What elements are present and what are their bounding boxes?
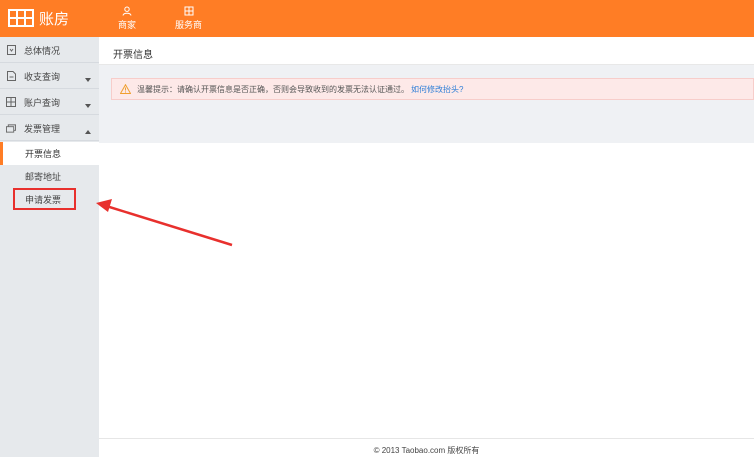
topnav-service-provider[interactable]: 服务商 xyxy=(175,4,202,31)
invoice-icon xyxy=(6,123,16,133)
sidebar-sub-item-mailing-address[interactable]: 邮寄地址 xyxy=(0,165,99,188)
app-logo[interactable]: 账房 xyxy=(8,6,69,30)
overview-icon xyxy=(6,45,16,55)
sidebar-item-label: 总体情况 xyxy=(24,45,61,56)
sidebar-sub-item-label: 邮寄地址 xyxy=(25,172,62,182)
logo-text: 账房 xyxy=(39,10,70,28)
sidebar-item-overview[interactable]: 总体情况 xyxy=(0,38,99,63)
main-content: 开票信息 温馨提示：请确认开票信息是否正确，否则会导致收到的发票无法认证通过。 … xyxy=(99,37,754,457)
topnav-merchant-label: 商家 xyxy=(118,20,137,30)
caret-down-icon xyxy=(85,100,91,110)
sidebar-sub-item-invoice-info[interactable]: 开票信息 xyxy=(0,142,99,165)
sidebar-item-label: 账户查询 xyxy=(24,97,61,108)
footer-copyright: © 2013 Taobao.com 版权所有 xyxy=(373,446,480,455)
sidebar: 总体情况 收支查询 账户查询 发票管理 开票信息 邮寄地址 申请发票 xyxy=(0,37,99,457)
sidebar-sub-item-label: 开票信息 xyxy=(25,149,62,159)
page-title: 开票信息 xyxy=(113,50,153,61)
sidebar-item-account[interactable]: 账户查询 xyxy=(0,90,99,115)
sidebar-item-income-expense[interactable]: 收支查询 xyxy=(0,64,99,89)
highlight-annotation-box xyxy=(13,188,76,210)
how-to-edit-title-link[interactable]: 如何修改抬头? xyxy=(411,84,463,95)
notice-panel: 温馨提示：请确认开票信息是否正确，否则会导致收到的发票无法认证通过。 如何修改抬… xyxy=(99,65,754,143)
warning-icon xyxy=(120,84,131,94)
account-grid-icon xyxy=(6,97,16,107)
top-bar: 账房 商家 服务商 xyxy=(0,0,754,37)
ledger-logo-icon xyxy=(8,9,34,27)
sidebar-item-label: 收支查询 xyxy=(24,71,61,82)
warning-notice: 温馨提示：请确认开票信息是否正确，否则会导致收到的发票无法认证通过。 如何修改抬… xyxy=(111,78,754,100)
service-icon xyxy=(184,4,194,17)
document-icon xyxy=(6,71,16,81)
sidebar-item-label: 发票管理 xyxy=(24,123,61,134)
footer-divider xyxy=(99,438,754,439)
topnav-merchant[interactable]: 商家 xyxy=(118,4,136,31)
page-header: 开票信息 xyxy=(99,37,754,65)
caret-down-icon xyxy=(85,74,91,84)
topnav-service-provider-label: 服务商 xyxy=(175,20,203,30)
sidebar-item-invoice[interactable]: 发票管理 xyxy=(0,116,99,141)
caret-up-icon xyxy=(85,126,91,136)
notice-text: 温馨提示：请确认开票信息是否正确，否则会导致收到的发票无法认证通过。 xyxy=(137,84,409,94)
user-icon xyxy=(122,4,132,17)
